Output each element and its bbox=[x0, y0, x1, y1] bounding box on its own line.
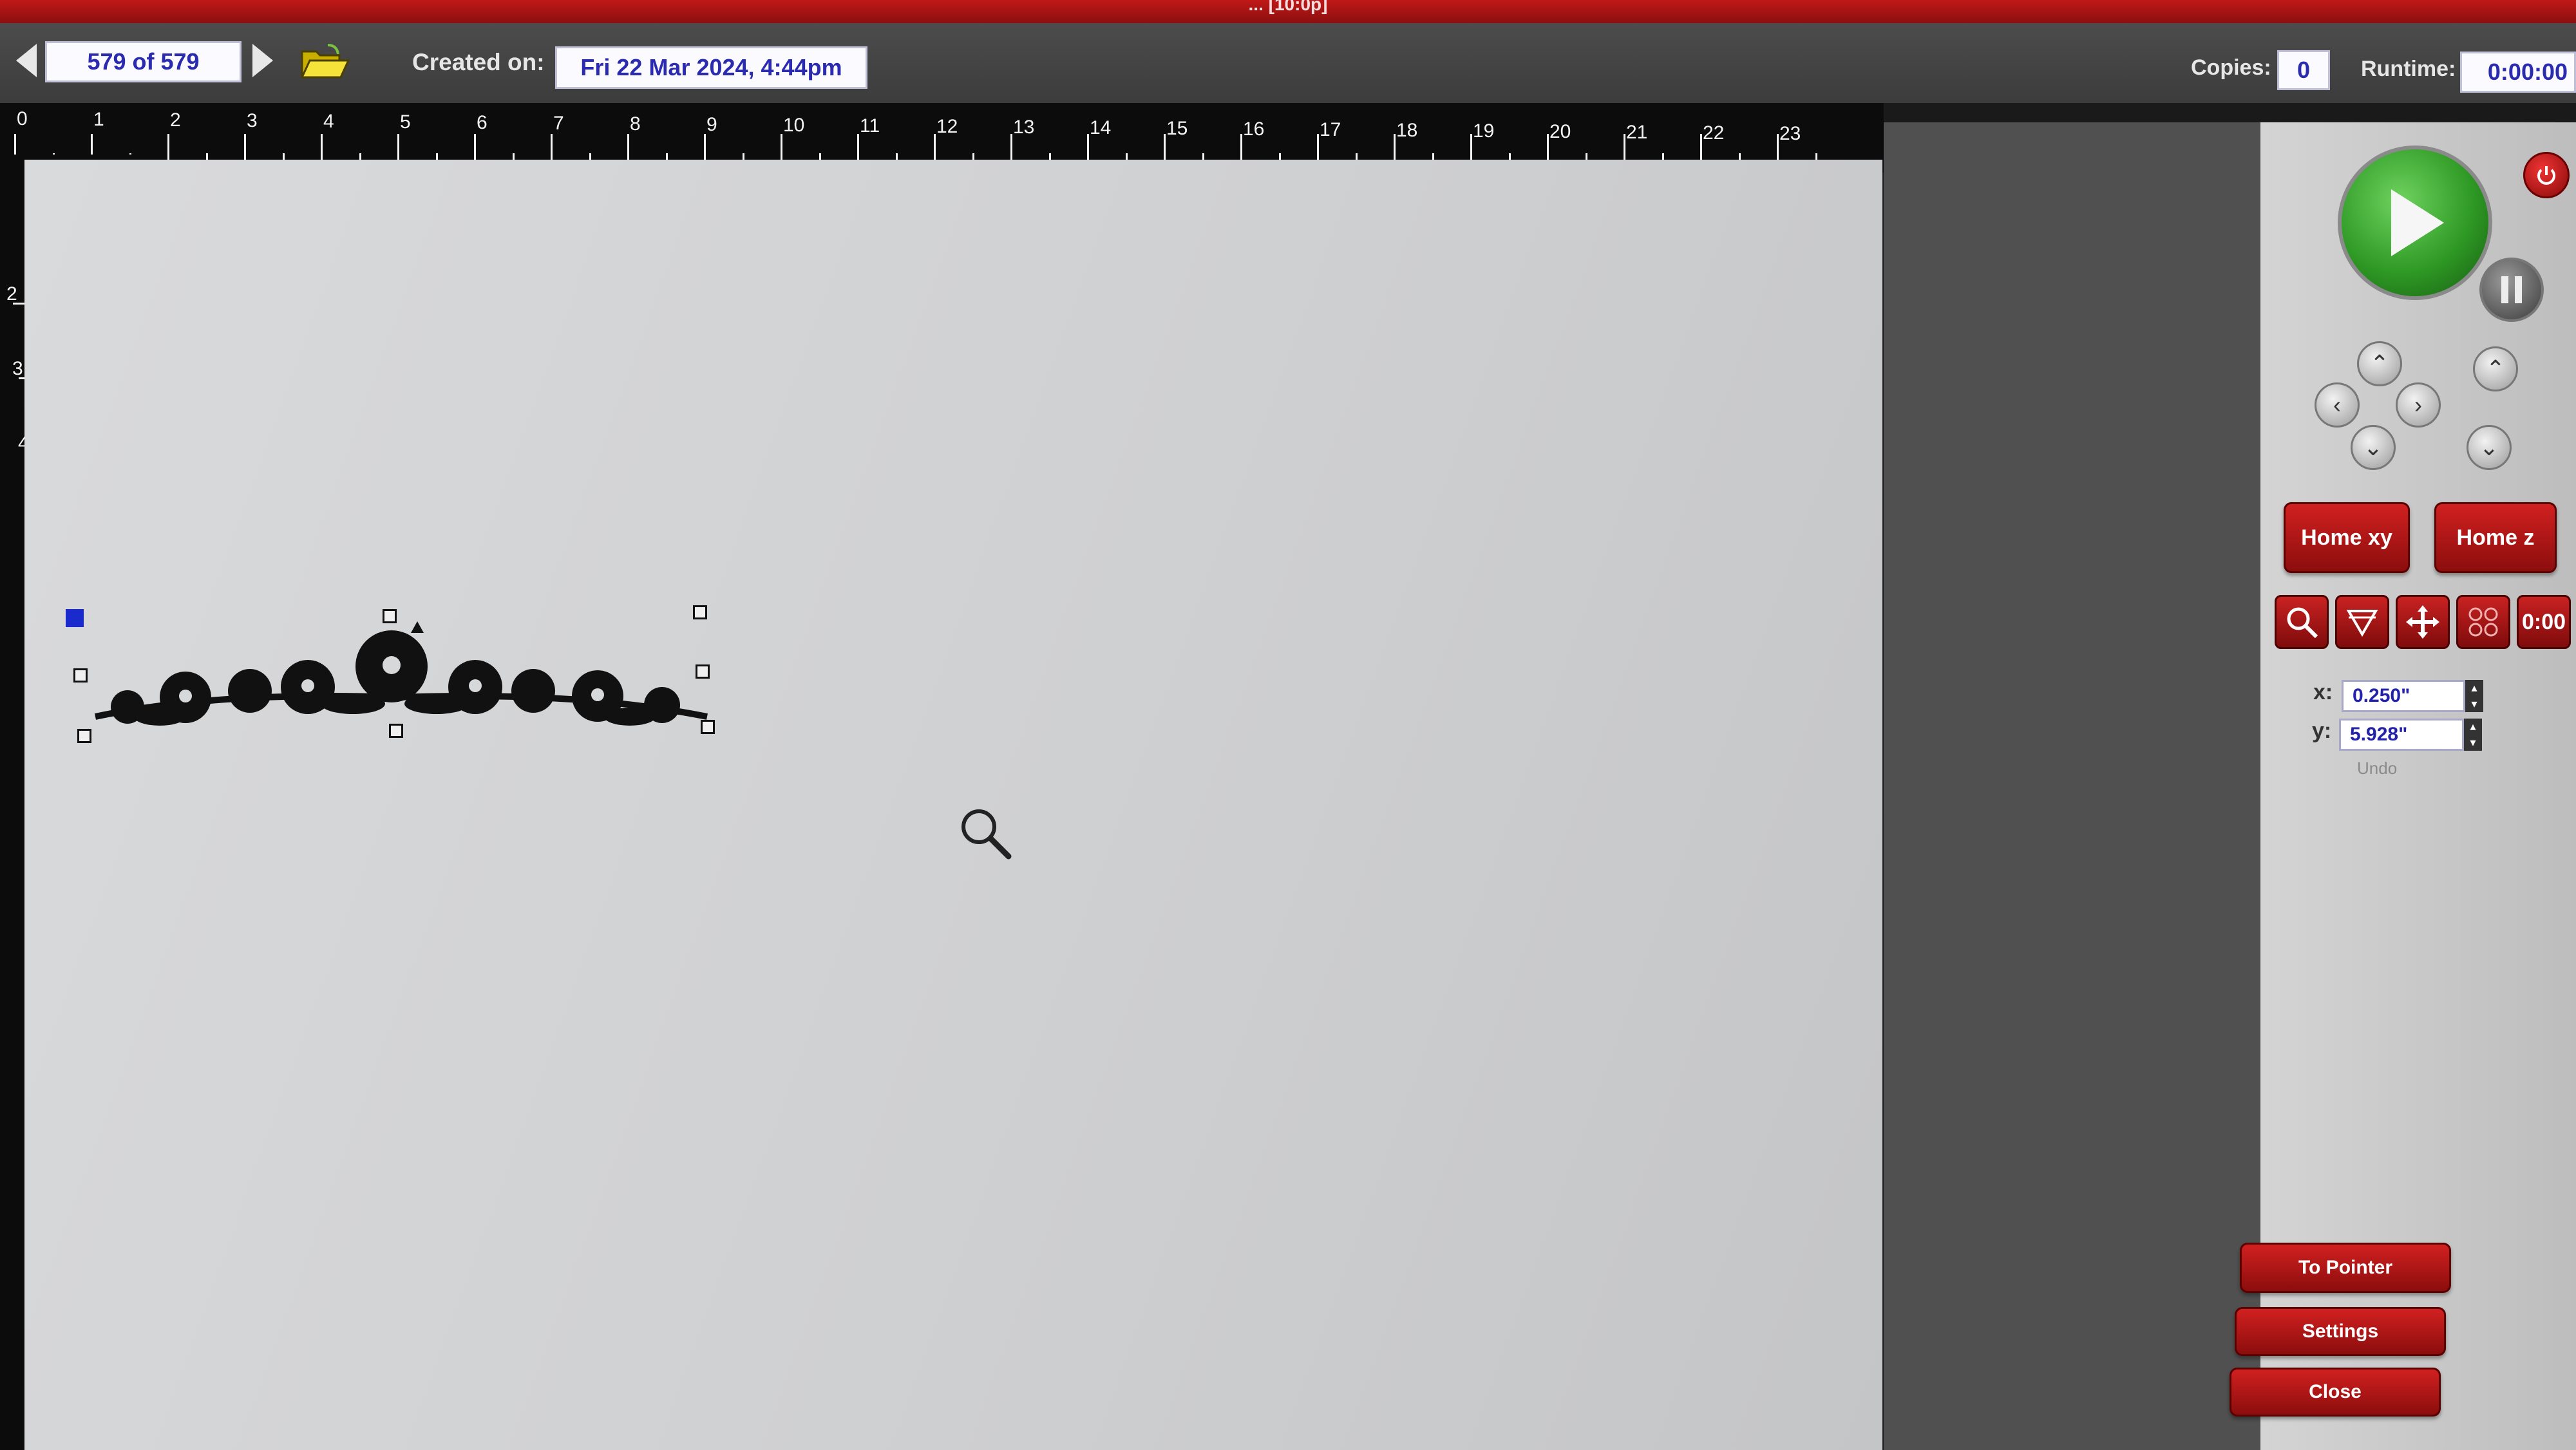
created-on-value: Fri 22 Mar 2024, 4:44pm bbox=[580, 54, 842, 80]
z-down-button[interactable]: ⌄ bbox=[2467, 425, 2512, 470]
move-tool-button[interactable] bbox=[2396, 595, 2450, 649]
settings-label: Settings bbox=[2302, 1321, 2379, 1342]
ruler-top-number: 4 bbox=[323, 111, 334, 132]
magnifier-icon bbox=[2287, 607, 2318, 639]
ruler-top-number: 8 bbox=[630, 113, 641, 135]
chevron-up-icon: ⌃ bbox=[2369, 350, 2390, 377]
job-counter-text: 579 of 579 bbox=[87, 48, 200, 75]
copies-field[interactable]: 0 bbox=[2277, 50, 2330, 90]
pattern-tool-button[interactable] bbox=[2456, 595, 2510, 649]
move-arrows-icon bbox=[2406, 605, 2439, 639]
selection-handle-top-right[interactable] bbox=[693, 605, 707, 619]
selection-handle-middle-left[interactable] bbox=[73, 668, 88, 683]
ruler-top-number: 16 bbox=[1243, 118, 1265, 140]
ruler-top-number: 1 bbox=[93, 109, 104, 130]
jog-down-button[interactable]: ⌄ bbox=[2351, 425, 2396, 470]
to-pointer-button[interactable]: To Pointer bbox=[2240, 1243, 2451, 1293]
ruler-top-number: 9 bbox=[706, 114, 717, 135]
undo-link[interactable]: Undo bbox=[2357, 758, 2397, 778]
copies-label: Copies: bbox=[2191, 55, 2271, 80]
ruler-top-number: 21 bbox=[1626, 122, 1648, 143]
ruler-top-number: 19 bbox=[1473, 120, 1495, 142]
ruler-top-number: 10 bbox=[783, 115, 805, 136]
ruler-top-number: 7 bbox=[553, 113, 564, 134]
runtime-value: 0:00:00 bbox=[2487, 59, 2568, 85]
ruler-top-number: 22 bbox=[1703, 122, 1725, 144]
jog-up-button[interactable]: ⌃ bbox=[2357, 341, 2402, 386]
settings-button[interactable]: Settings bbox=[2235, 1307, 2446, 1356]
folder-open-icon[interactable] bbox=[299, 42, 351, 81]
z-up-button[interactable]: ⌃ bbox=[2473, 346, 2518, 391]
runtime-field: 0:00:00 bbox=[2460, 52, 2576, 93]
x-spinner[interactable]: ▴ ▾ bbox=[2465, 680, 2483, 712]
ruler-top-number: 15 bbox=[1166, 118, 1188, 139]
ruler-top-number: 5 bbox=[400, 111, 411, 133]
y-spinner[interactable]: ▴ ▾ bbox=[2464, 719, 2482, 751]
job-counter-field: 579 of 579 bbox=[45, 41, 242, 82]
chevron-up-icon: ⌃ bbox=[2485, 355, 2506, 382]
folder-open-icon-graphic bbox=[300, 44, 350, 79]
chevron-down-icon: ⌄ bbox=[2363, 434, 2383, 460]
play-icon bbox=[2391, 189, 2444, 256]
home-z-button[interactable]: Home z bbox=[2434, 502, 2557, 573]
ruler-top-number: 11 bbox=[860, 115, 880, 137]
top-toolbar: 579 of 579 Created on: Fri 22 Mar 2024, … bbox=[0, 23, 2576, 103]
ruler-top-number: 20 bbox=[1549, 121, 1571, 142]
timer-tool-button[interactable]: 0:00 bbox=[2517, 595, 2571, 649]
pause-icon bbox=[2501, 276, 2522, 303]
x-position-field[interactable]: 0.250" bbox=[2342, 680, 2465, 712]
y-position-field[interactable]: 5.928" bbox=[2339, 719, 2464, 751]
home-xy-label: Home xy bbox=[2301, 525, 2392, 550]
triangle-down-icon bbox=[2346, 610, 2378, 637]
close-label: Close bbox=[2309, 1381, 2362, 1402]
window-title: ... [10:0p] bbox=[1248, 0, 1328, 14]
ruler-top-number: 12 bbox=[936, 116, 958, 137]
offbed-area bbox=[1884, 122, 2299, 1450]
power-button[interactable] bbox=[2523, 152, 2570, 198]
power-icon bbox=[2537, 166, 2555, 185]
copies-value: 0 bbox=[2297, 57, 2311, 83]
ruler-top-number: 18 bbox=[1396, 120, 1418, 141]
chevron-down-icon: ⌄ bbox=[2479, 434, 2499, 460]
x-label: x: bbox=[2313, 680, 2333, 704]
ruler-left-number: 2 bbox=[6, 283, 17, 305]
hibiscus-border-artwork[interactable] bbox=[89, 620, 720, 736]
magnifier-cursor-icon bbox=[961, 809, 1012, 860]
x-position-value: 0.250" bbox=[2353, 685, 2410, 706]
origin-marker[interactable] bbox=[66, 609, 84, 627]
window-title-bar: ... [10:0p] bbox=[0, 0, 2576, 23]
next-job-arrow-icon[interactable] bbox=[252, 44, 273, 77]
ruler-top-number: 17 bbox=[1320, 119, 1341, 140]
chevron-left-icon: ‹ bbox=[2333, 391, 2341, 418]
ruler-top-number: 2 bbox=[170, 109, 181, 131]
timer-icon: 0:00 bbox=[2521, 609, 2566, 634]
previous-job-arrow-icon[interactable] bbox=[16, 44, 37, 77]
focus-tool-button[interactable] bbox=[2335, 595, 2389, 649]
ruler-top-number: 13 bbox=[1013, 117, 1035, 138]
pause-button[interactable] bbox=[2479, 258, 2544, 322]
ruler-top-number: 23 bbox=[1779, 123, 1801, 144]
dots-pattern-icon bbox=[2468, 607, 2498, 637]
y-position-value: 5.928" bbox=[2350, 724, 2408, 745]
created-on-field: Fri 22 Mar 2024, 4:44pm bbox=[555, 46, 867, 89]
ruler-top-number: 3 bbox=[247, 110, 258, 131]
jog-right-button[interactable]: › bbox=[2396, 382, 2441, 428]
ruler-top-number: 6 bbox=[477, 112, 488, 133]
home-xy-button[interactable]: Home xy bbox=[2284, 502, 2410, 573]
close-button[interactable]: Close bbox=[2230, 1368, 2441, 1417]
zoom-tool-button[interactable] bbox=[2275, 595, 2329, 649]
y-label: y: bbox=[2312, 719, 2332, 743]
home-z-label: Home z bbox=[2456, 525, 2535, 550]
control-panel: ⌃ ‹ › ⌄ ⌃ ⌄ Home xy Home z 0:00 x: 0.250… bbox=[2230, 122, 2576, 1450]
created-on-label: Created on: bbox=[412, 49, 545, 75]
ruler-top-number: 0 bbox=[17, 108, 28, 129]
chevron-right-icon: › bbox=[2414, 391, 2422, 418]
ruler-top-number: 14 bbox=[1090, 117, 1112, 138]
ruler-left-number: 3 bbox=[12, 358, 23, 379]
to-pointer-label: To Pointer bbox=[2298, 1257, 2393, 1278]
play-button[interactable] bbox=[2338, 146, 2492, 300]
laser-bed-canvas[interactable] bbox=[24, 160, 1882, 1450]
runtime-label: Runtime: bbox=[2361, 57, 2456, 81]
jog-left-button[interactable]: ‹ bbox=[2315, 382, 2360, 428]
